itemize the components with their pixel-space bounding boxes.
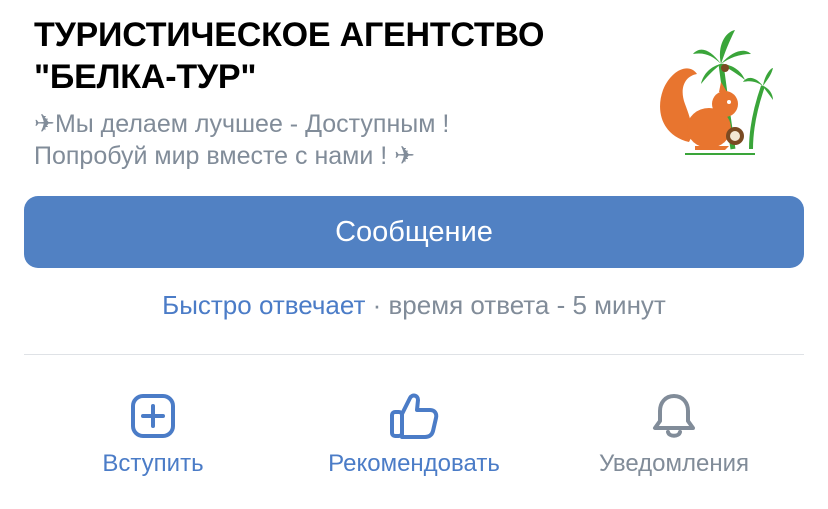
fast-reply-link[interactable]: Быстро отвечает [162,290,365,320]
bell-icon [653,394,695,438]
group-title-line-2: "БЕЛКА-ТУР" [34,58,257,96]
recommend-button[interactable]: Рекомендовать [296,390,532,478]
message-button[interactable]: Сообщение [24,196,804,268]
plus-square-icon [131,394,175,438]
group-description: ✈Мы делаем лучшее - Доступным ! Попробуй… [34,108,634,172]
thumbs-up-icon [390,393,439,439]
response-time-info: Быстро отвечает · время ответа - 5 минут [0,290,828,321]
response-time-text: время ответа - 5 минут [388,290,666,320]
recommend-label: Рекомендовать [328,450,500,477]
divider [24,354,804,355]
join-button[interactable]: Вступить [78,390,228,478]
group-logo[interactable] [655,24,773,156]
join-label: Вступить [102,450,204,477]
response-separator: · [365,290,389,320]
group-description-line-2: Попробуй мир вместе с нами ! ✈ [34,142,416,170]
message-button-label: Сообщение [335,215,493,248]
notifications-button[interactable]: Уведомления [574,390,774,478]
group-description-line-1: ✈Мы делаем лучшее - Доступным ! [34,110,450,138]
group-title: ТУРИСТИЧЕСКОЕ АГЕНТСТВО "БЕЛКА-ТУР" [34,14,634,98]
squirrel-palm-logo-icon [660,30,773,155]
group-title-line-1: ТУРИСТИЧЕСКОЕ АГЕНТСТВО [34,16,545,54]
notifications-label: Уведомления [598,450,750,477]
group-header: ТУРИСТИЧЕСКОЕ АГЕНТСТВО "БЕЛКА-ТУР" ✈Мы … [34,14,634,172]
